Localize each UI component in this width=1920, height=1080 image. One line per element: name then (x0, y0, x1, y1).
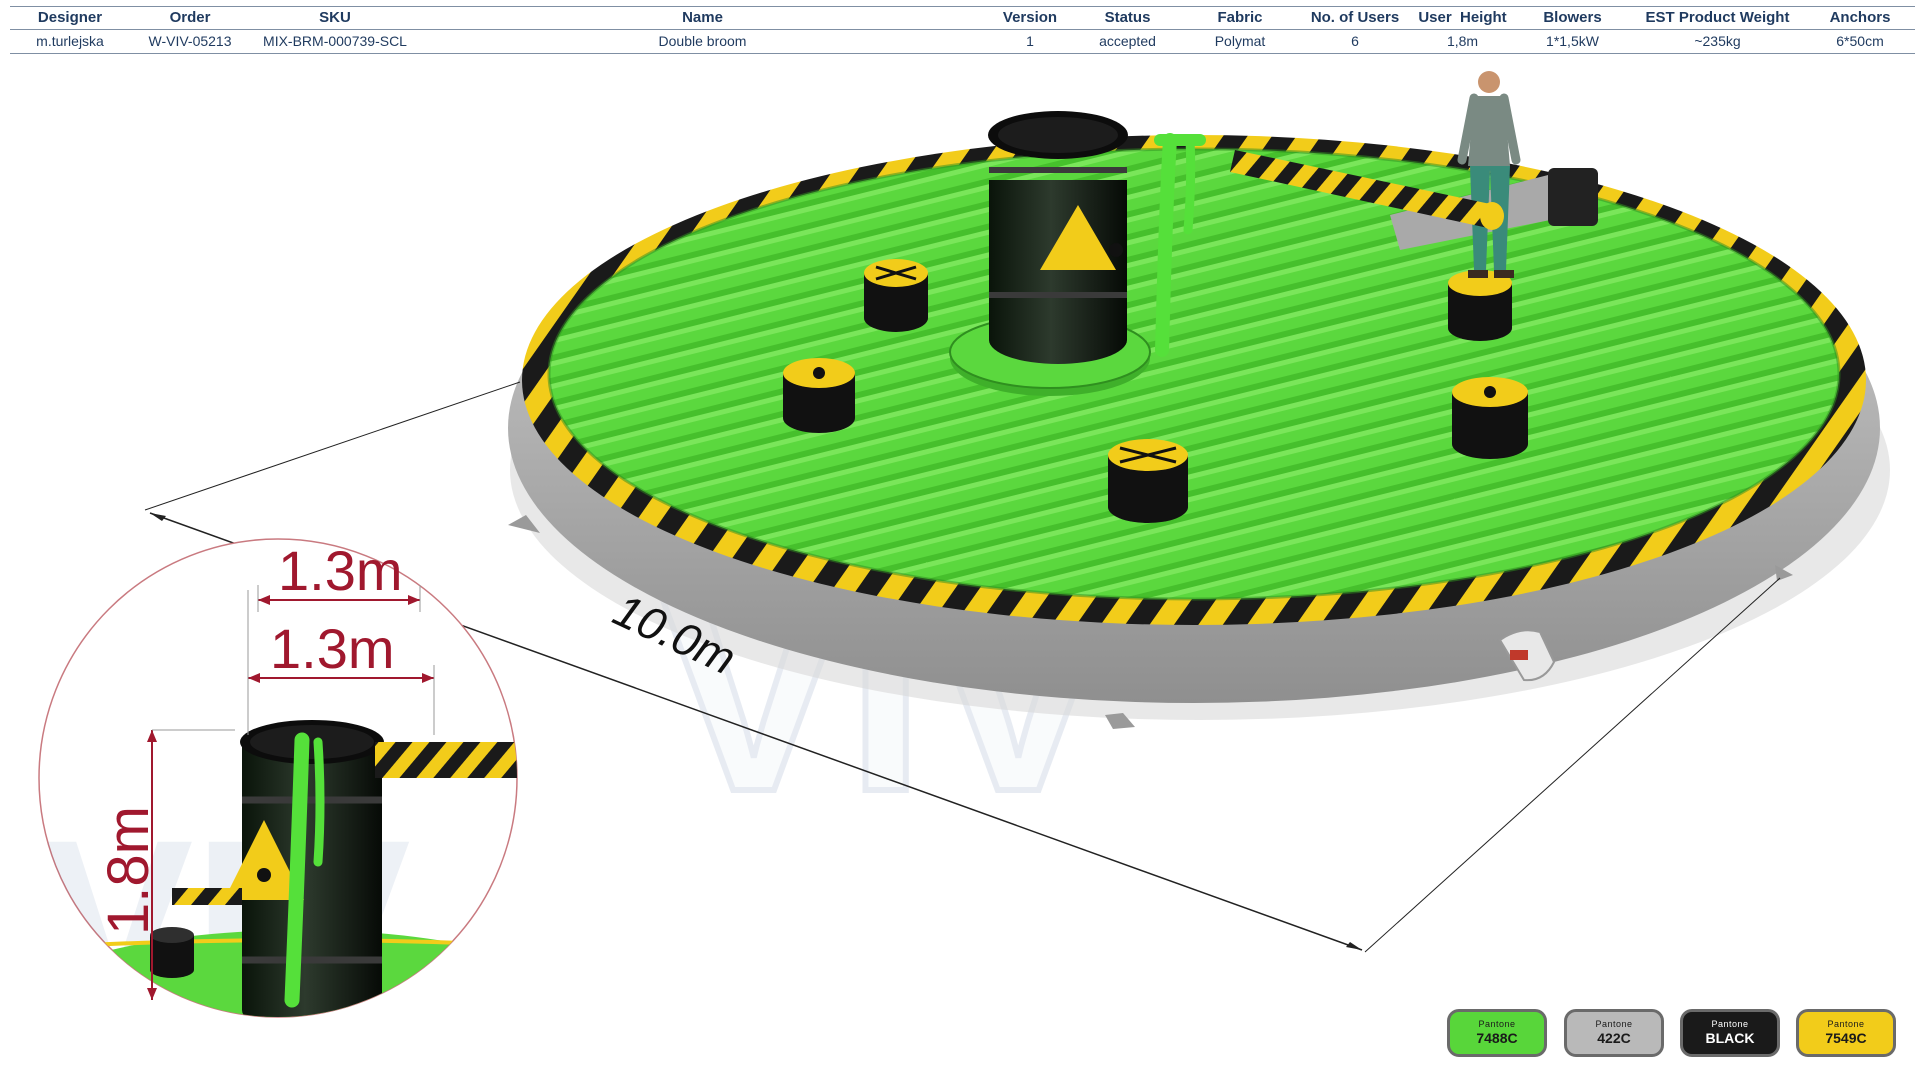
header-weight: EST Product Weight (1630, 6, 1805, 30)
value-users: 6 (1300, 29, 1410, 54)
header-anchors: Anchors (1805, 6, 1915, 30)
header-designer: Designer (10, 6, 130, 30)
header-version: Version (985, 6, 1075, 30)
extension-line-left (144, 381, 521, 511)
width-label-lower: 1.3m (270, 617, 395, 680)
standing-post (864, 259, 928, 332)
swatch-grey: Pantone 422C (1564, 1009, 1664, 1057)
spec-value-row: m.turlejska W-VIV-05213 MIX-BRM-000739-S… (10, 29, 1915, 54)
height-label: 1.8m (96, 806, 161, 935)
value-status: accepted (1075, 29, 1180, 54)
value-designer: m.turlejska (10, 29, 130, 54)
value-user-height: 1,8m (1410, 29, 1515, 54)
swatch-green: Pantone 7488C (1447, 1009, 1547, 1057)
value-blowers: 1*1,5kW (1515, 29, 1630, 54)
spec-table: Designer Order SKU Name Version Status F… (10, 6, 1915, 54)
standing-post (783, 358, 855, 433)
standing-post (1452, 377, 1528, 459)
swatch-label-code: 7488C (1476, 1030, 1518, 1046)
value-name: Double broom (420, 29, 985, 54)
header-user-height: User Height (1410, 6, 1515, 30)
arena-floor (549, 149, 1839, 599)
header-sku: SKU (250, 6, 420, 30)
swatch-label-code: BLACK (1705, 1030, 1755, 1046)
swatch-label-small: Pantone (1478, 1019, 1516, 1029)
value-sku: MIX-BRM-000739-SCL (250, 29, 420, 54)
header-blowers: Blowers (1515, 6, 1630, 30)
swatch-label-code: 422C (1597, 1030, 1631, 1046)
value-anchors: 6*50cm (1805, 29, 1915, 54)
header-fabric: Fabric (1180, 6, 1300, 30)
detail-inset: VIV 1.3m 1.3m 1.8m (38, 538, 518, 1018)
header-name: Name (420, 6, 985, 30)
header-order: Order (130, 6, 250, 30)
standing-post (1108, 439, 1188, 523)
swatch-label-small: Pantone (1827, 1019, 1865, 1029)
header-status: Status (1075, 6, 1180, 30)
value-weight: ~235kg (1630, 29, 1805, 54)
swatch-label-small: Pantone (1711, 1019, 1749, 1029)
swatch-label-small: Pantone (1595, 1019, 1633, 1029)
value-fabric: Polymat (1180, 29, 1300, 54)
value-order: W-VIV-05213 (130, 29, 250, 54)
value-version: 1 (985, 29, 1075, 54)
width-label-top: 1.3m (278, 539, 403, 602)
spec-header-row: Designer Order SKU Name Version Status F… (10, 6, 1915, 30)
swatch-yellow: Pantone 7549C (1796, 1009, 1896, 1057)
header-users: No. of Users (1300, 6, 1410, 30)
standing-post (1448, 270, 1512, 341)
swatch-black: Pantone BLACK (1680, 1009, 1780, 1057)
swatch-label-code: 7549C (1825, 1030, 1867, 1046)
product-render: VIV 10.0m VIV 1.3m 1.3m 1.8m (38, 71, 1890, 1018)
